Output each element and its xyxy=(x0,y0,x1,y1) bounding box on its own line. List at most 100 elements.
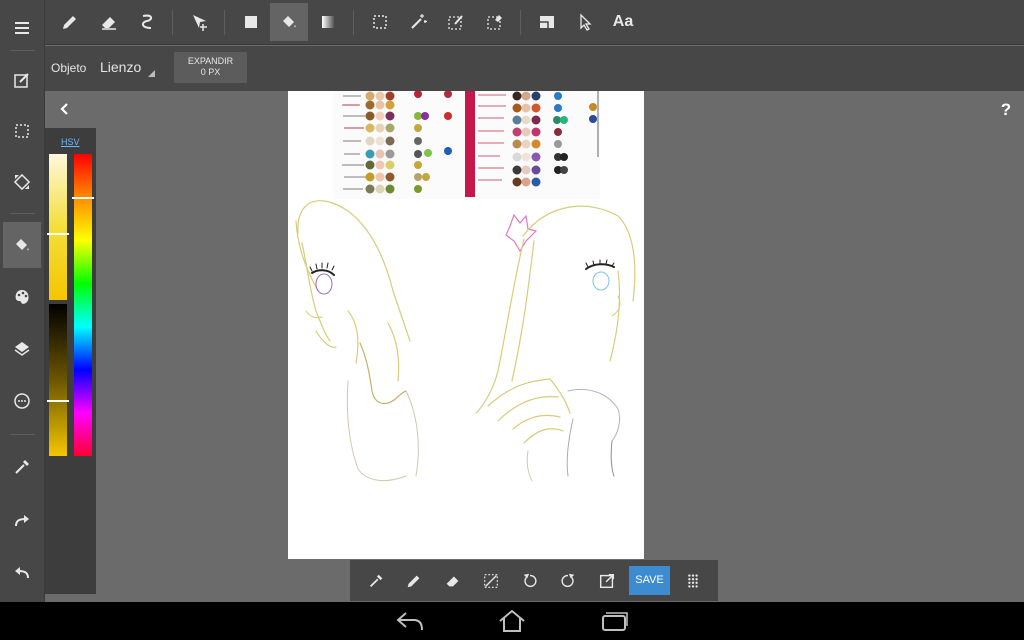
pen-icon xyxy=(407,575,420,588)
move-icon xyxy=(193,15,207,31)
rotate-right-button[interactable] xyxy=(551,564,585,598)
grid-button[interactable] xyxy=(3,378,41,424)
select-eraser-tool-button[interactable] xyxy=(476,3,514,41)
system-nav-bar xyxy=(0,602,1024,640)
eraser-tool-button[interactable] xyxy=(90,3,128,41)
palette-button[interactable] xyxy=(3,274,41,320)
magic-wand-tool-button[interactable] xyxy=(399,3,437,41)
bucket-tool-button[interactable] xyxy=(270,3,308,41)
value-bar[interactable] xyxy=(49,304,67,456)
toolbar-divider xyxy=(224,10,225,35)
redo-button[interactable] xyxy=(3,498,41,544)
sidebar-divider xyxy=(10,50,35,51)
gradient-icon xyxy=(322,16,334,28)
hue-slider[interactable] xyxy=(72,154,94,456)
menu-icon xyxy=(15,22,29,34)
menu-button[interactable] xyxy=(3,5,41,51)
edit-icon xyxy=(14,73,29,88)
selection-button[interactable] xyxy=(3,108,41,154)
eyedropper-icon xyxy=(369,574,383,588)
smudge-icon xyxy=(141,14,153,29)
undo-button[interactable] xyxy=(3,550,41,596)
nav-back-button[interactable] xyxy=(390,606,430,636)
hue-marker[interactable] xyxy=(72,197,94,199)
move-tool-button[interactable] xyxy=(181,3,219,41)
eraser-icon xyxy=(102,17,116,30)
back-icon xyxy=(396,612,423,631)
bottom-pen-button[interactable] xyxy=(397,564,431,598)
top-toolbar: Aa xyxy=(0,0,1024,45)
toolbar-divider xyxy=(520,10,521,35)
nav-recents-button[interactable] xyxy=(594,606,634,636)
canvas-artwork xyxy=(295,91,636,482)
bucket-icon xyxy=(283,16,296,28)
bucket-icon xyxy=(16,239,29,251)
grid-icon xyxy=(14,393,30,409)
reference-divider xyxy=(465,91,475,197)
deselect-button[interactable] xyxy=(474,564,508,598)
fill-rect-tool-button[interactable] xyxy=(232,3,270,41)
bottom-eraser-button[interactable] xyxy=(436,564,470,598)
hsv-mode-link[interactable]: HSV xyxy=(61,137,80,147)
left-character-sketch xyxy=(295,200,419,482)
dropdown-corner-icon xyxy=(148,70,155,77)
select-pen-tool-button[interactable] xyxy=(437,3,475,41)
expand-value: 0 PX xyxy=(200,67,221,77)
shape-tool-button[interactable] xyxy=(528,3,566,41)
object-bar: Objeto Lienzo EXPANDIR 0 PX xyxy=(45,46,1024,91)
color-panel: HSV xyxy=(45,128,96,594)
nav-home-button[interactable] xyxy=(492,606,532,636)
eyedropper-icon xyxy=(15,460,29,474)
rotate-right-icon xyxy=(561,573,575,588)
saturation-marker[interactable] xyxy=(47,233,69,235)
expand-icon xyxy=(599,573,615,589)
select-rect-tool-button[interactable] xyxy=(361,3,399,41)
text-tool-button[interactable]: Aa xyxy=(604,3,642,41)
toolbar-divider xyxy=(172,10,173,35)
home-icon xyxy=(499,609,525,632)
pen-tool-button[interactable] xyxy=(51,3,89,41)
layers-icon xyxy=(14,342,30,356)
sidebar-divider xyxy=(10,213,35,214)
chevron-left-icon[interactable] xyxy=(56,100,74,118)
select-eraser-icon xyxy=(487,15,502,30)
recents-icon xyxy=(602,612,628,631)
dots-grid-icon xyxy=(688,574,698,588)
more-tools-button[interactable] xyxy=(676,564,710,598)
bottom-toolbar: SAVE xyxy=(350,560,718,601)
select-pen-icon xyxy=(448,15,463,30)
selection-icon xyxy=(15,124,29,138)
magic-wand-icon xyxy=(411,14,427,29)
fill-rect-icon xyxy=(245,16,257,28)
bucket-button[interactable] xyxy=(3,222,41,268)
expand-label: EXPANDIR xyxy=(187,56,234,66)
transform-button[interactable] xyxy=(3,159,41,205)
edit-button[interactable] xyxy=(3,57,41,103)
object-select[interactable]: Lienzo xyxy=(95,54,155,82)
help-button[interactable]: ? xyxy=(996,100,1016,120)
toolbar-divider xyxy=(353,10,354,35)
text-icon: Aa xyxy=(612,13,634,30)
transform-icon xyxy=(13,173,31,191)
redo-icon xyxy=(15,515,29,527)
expand-view-button[interactable] xyxy=(590,564,624,598)
smudge-tool-button[interactable] xyxy=(128,3,166,41)
object-label: Objeto xyxy=(51,61,87,75)
drawing-canvas[interactable] xyxy=(288,91,644,559)
rotate-left-button[interactable] xyxy=(513,564,547,598)
save-button[interactable]: SAVE xyxy=(629,566,670,595)
saturation-bar[interactable] xyxy=(49,154,67,300)
saturation-value-slider[interactable] xyxy=(47,154,69,456)
deselect-icon xyxy=(484,574,498,588)
select-rect-icon xyxy=(373,15,387,29)
left-sidebar xyxy=(0,0,45,602)
pointer-tool-button[interactable] xyxy=(566,3,604,41)
expand-button[interactable]: EXPANDIR 0 PX xyxy=(174,52,247,83)
rotate-left-icon xyxy=(523,573,537,588)
layers-button[interactable] xyxy=(3,326,41,372)
value-marker[interactable] xyxy=(47,400,69,402)
gradient-tool-button[interactable] xyxy=(309,3,347,41)
eyedropper-button[interactable] xyxy=(3,444,41,490)
shape-icon xyxy=(540,16,554,28)
bottom-eyedropper-button[interactable] xyxy=(359,564,393,598)
